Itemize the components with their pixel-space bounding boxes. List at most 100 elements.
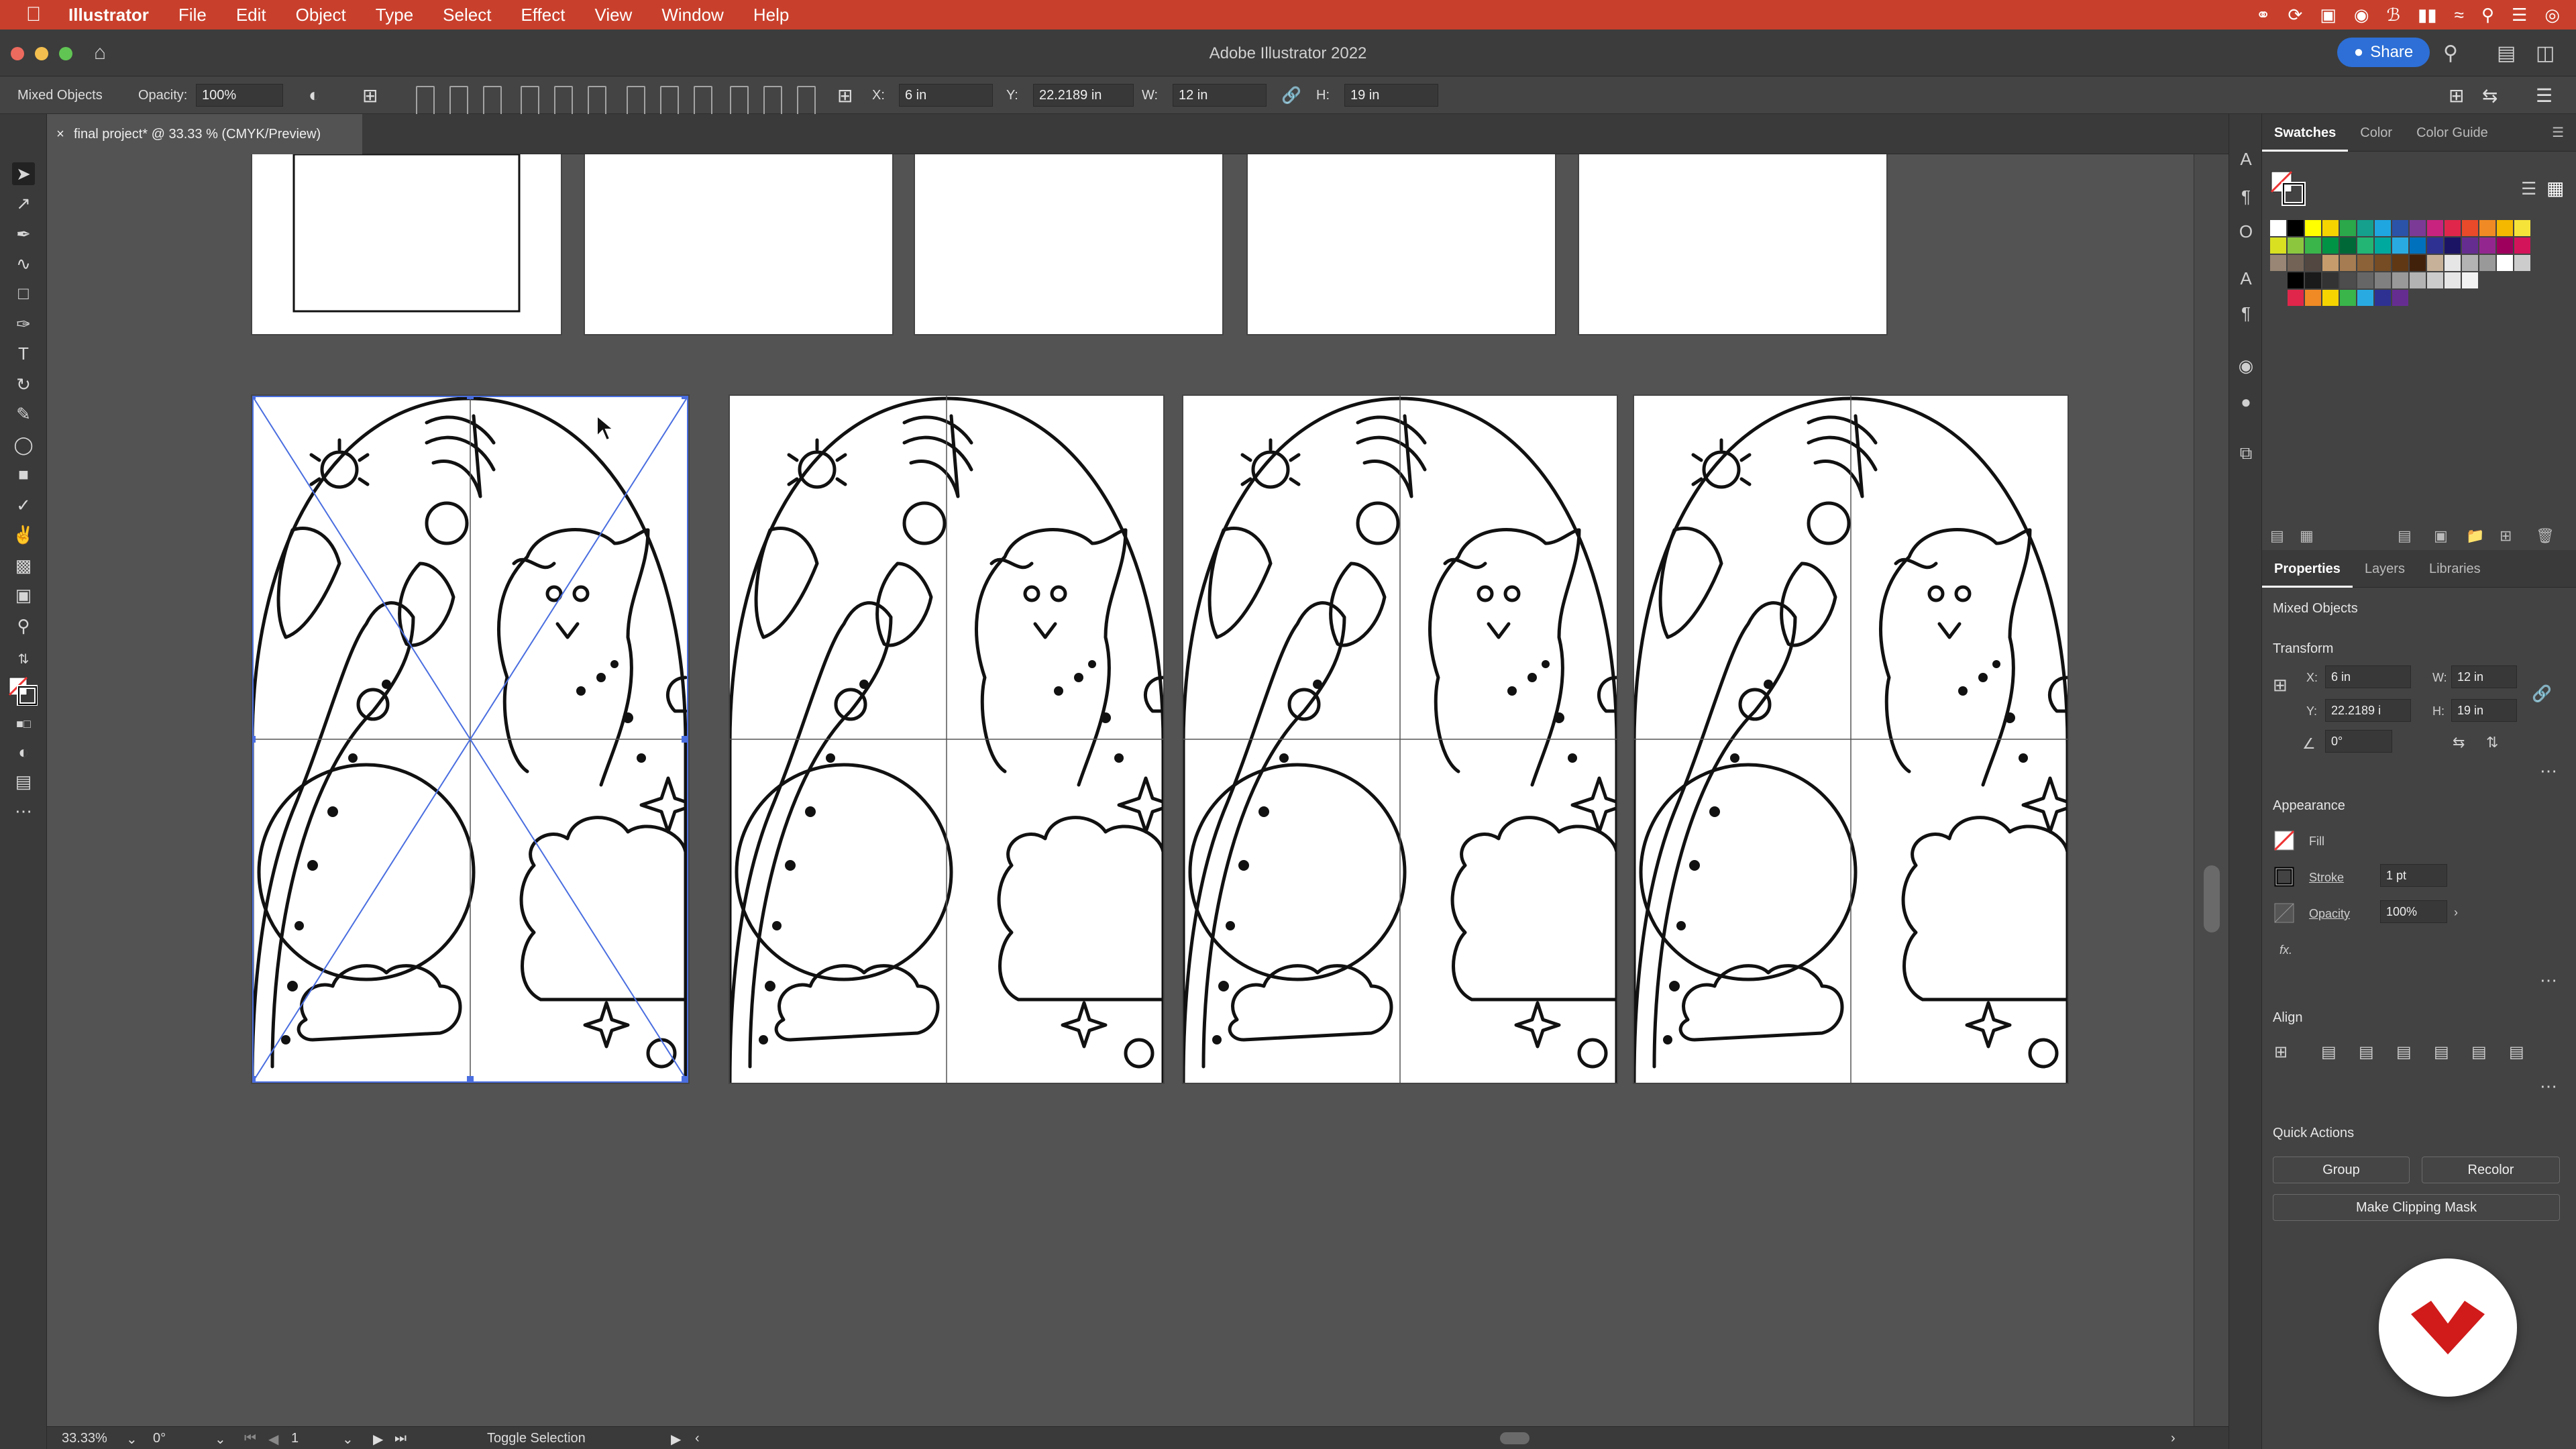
- menu-file[interactable]: File: [164, 5, 221, 25]
- transform-y-input[interactable]: 22.2189 i: [2325, 699, 2411, 722]
- transform-w-input[interactable]: 12 in: [2451, 665, 2517, 688]
- color-swatch[interactable]: [2270, 220, 2286, 236]
- color-swatch[interactable]: [2462, 220, 2478, 236]
- graphic-styles-icon[interactable]: ●: [2236, 392, 2256, 412]
- color-swatch[interactable]: [2445, 255, 2461, 271]
- new-swatch-icon[interactable]: ⊞: [2500, 527, 2512, 545]
- tab-layers[interactable]: Layers: [2353, 550, 2417, 588]
- w-input[interactable]: 12 in: [1173, 84, 1267, 107]
- document-tab[interactable]: × final project* @ 33.33 % (CMYK/Preview…: [47, 114, 362, 154]
- more-tools-icon[interactable]: ⋯: [12, 800, 35, 822]
- menu-app-name[interactable]: Illustrator: [54, 5, 164, 25]
- menu-type[interactable]: Type: [361, 5, 428, 25]
- color-swatch[interactable]: [2375, 237, 2391, 254]
- color-swatch[interactable]: [2305, 272, 2321, 288]
- status-menu-chevron-icon[interactable]: ▶: [671, 1431, 681, 1448]
- creative-cloud-icon[interactable]: ⚭: [2256, 5, 2271, 25]
- opacity-label[interactable]: Opacity:: [138, 76, 187, 114]
- artboard-top-5[interactable]: [1579, 154, 1886, 334]
- color-swatch[interactable]: [2392, 237, 2408, 254]
- spotlight-search-icon[interactable]: ⚲: [2481, 5, 2494, 25]
- color-swatch[interactable]: [2305, 220, 2321, 236]
- opentype-panel-icon[interactable]: O: [2236, 221, 2256, 241]
- color-swatch[interactable]: [2322, 220, 2339, 236]
- color-swatch[interactable]: [2497, 255, 2513, 271]
- menu-view[interactable]: View: [580, 5, 647, 25]
- make-clipping-mask-button[interactable]: Make Clipping Mask: [2273, 1194, 2560, 1221]
- paragraph-styles-icon[interactable]: ¶: [2236, 303, 2256, 323]
- artboard-2[interactable]: [730, 396, 1163, 1083]
- align-to-selection-icon[interactable]: ⊞: [2274, 1042, 2288, 1062]
- artboard-top-1[interactable]: [252, 154, 561, 334]
- color-swatch[interactable]: [2288, 237, 2304, 254]
- color-swatch[interactable]: [2479, 220, 2496, 236]
- align-more-options-icon[interactable]: ⋯: [2540, 1076, 2557, 1097]
- stroke-label[interactable]: Stroke: [2309, 871, 2344, 885]
- color-swatch[interactable]: [2462, 272, 2478, 288]
- tab-color[interactable]: Color: [2348, 114, 2404, 152]
- rotation-dropdown-icon[interactable]: ⌄: [215, 1431, 226, 1448]
- color-swatch[interactable]: [2288, 255, 2304, 271]
- rotate-tool-icon[interactable]: ↻: [12, 373, 35, 396]
- battery-icon[interactable]: ▮▮: [2418, 5, 2437, 25]
- color-swatch[interactable]: [2340, 220, 2356, 236]
- previous-artboard-icon[interactable]: ◀: [268, 1431, 278, 1448]
- color-swatch[interactable]: [2357, 220, 2373, 236]
- panel-toggle-icon[interactable]: ◫: [2536, 42, 2555, 65]
- artboard-selected[interactable]: [252, 396, 688, 1083]
- color-swatch[interactable]: [2357, 237, 2373, 254]
- siri-icon[interactable]: ◎: [2544, 5, 2560, 25]
- color-swatch[interactable]: [2288, 220, 2304, 236]
- reference-point-icon[interactable]: ⊞: [837, 76, 853, 114]
- horizontal-scroll-thumb[interactable]: [1500, 1432, 1529, 1444]
- tab-properties[interactable]: Properties: [2262, 550, 2353, 588]
- color-swatch[interactable]: [2357, 290, 2373, 306]
- constrain-proportions-icon[interactable]: 🔗: [1281, 76, 1301, 114]
- paintbrush-tool-icon[interactable]: ✑: [12, 313, 35, 335]
- color-swatch[interactable]: [2322, 290, 2339, 306]
- grid-view-icon[interactable]: ▦: [2546, 177, 2564, 199]
- appearance-opacity-input[interactable]: 100%: [2380, 900, 2447, 923]
- color-swatch[interactable]: [2497, 220, 2513, 236]
- reference-point-locator-icon[interactable]: ⊞: [2273, 675, 2288, 696]
- color-swatch[interactable]: [2305, 255, 2321, 271]
- rectangle-tool-icon[interactable]: □: [12, 282, 35, 305]
- color-swatch[interactable]: [2288, 272, 2304, 288]
- h-input[interactable]: 19 in: [1344, 84, 1438, 107]
- rotate-angle-input[interactable]: 0°: [2325, 730, 2392, 753]
- color-swatch[interactable]: [2514, 255, 2530, 271]
- selection-handle[interactable]: [682, 396, 688, 399]
- color-swatch[interactable]: [2410, 237, 2426, 254]
- appearance-panel-icon[interactable]: ◉: [2236, 356, 2256, 376]
- color-swatch[interactable]: [2445, 272, 2461, 288]
- opacity-input[interactable]: 100%: [196, 84, 283, 107]
- tab-color-guide[interactable]: Color Guide: [2404, 114, 2500, 152]
- canvas[interactable]: [47, 154, 2194, 1426]
- share-button[interactable]: ● Share: [2337, 38, 2430, 67]
- color-swatch[interactable]: [2357, 255, 2373, 271]
- wifi-icon[interactable]: ≈: [2455, 5, 2464, 25]
- screen-icon[interactable]: ▣: [2320, 5, 2337, 25]
- rotation-value[interactable]: 0°: [153, 1431, 166, 1446]
- menu-edit[interactable]: Edit: [221, 5, 281, 25]
- group-button[interactable]: Group: [2273, 1157, 2410, 1183]
- menu-object[interactable]: Object: [281, 5, 361, 25]
- panel-align-top-icon[interactable]: ▤: [2434, 1042, 2449, 1062]
- opacity-chevron-icon[interactable]: ›: [2454, 906, 2458, 920]
- bluetooth-icon[interactable]: ℬ: [2387, 5, 2400, 25]
- color-swatch[interactable]: [2340, 290, 2356, 306]
- artboard-dropdown-icon[interactable]: ⌄: [342, 1431, 354, 1448]
- flip-horizontal-icon[interactable]: ⇆: [2453, 734, 2465, 751]
- curvature-tool-icon[interactable]: ∿: [12, 252, 35, 275]
- constrain-wh-icon[interactable]: 🔗: [2532, 684, 2552, 704]
- puppet-warp-tool-icon[interactable]: ✌: [12, 523, 35, 546]
- selection-handle[interactable]: [252, 1076, 256, 1083]
- color-swatch[interactable]: [2375, 290, 2391, 306]
- artboard-top-3[interactable]: [915, 154, 1222, 334]
- color-swatch[interactable]: [2305, 290, 2321, 306]
- artboard-tool-icon[interactable]: ▣: [12, 584, 35, 606]
- eraser-tool-icon[interactable]: ✎: [12, 402, 35, 425]
- color-swatch[interactable]: [2427, 237, 2443, 254]
- color-swatch[interactable]: [2410, 255, 2426, 271]
- color-swatch[interactable]: [2479, 255, 2496, 271]
